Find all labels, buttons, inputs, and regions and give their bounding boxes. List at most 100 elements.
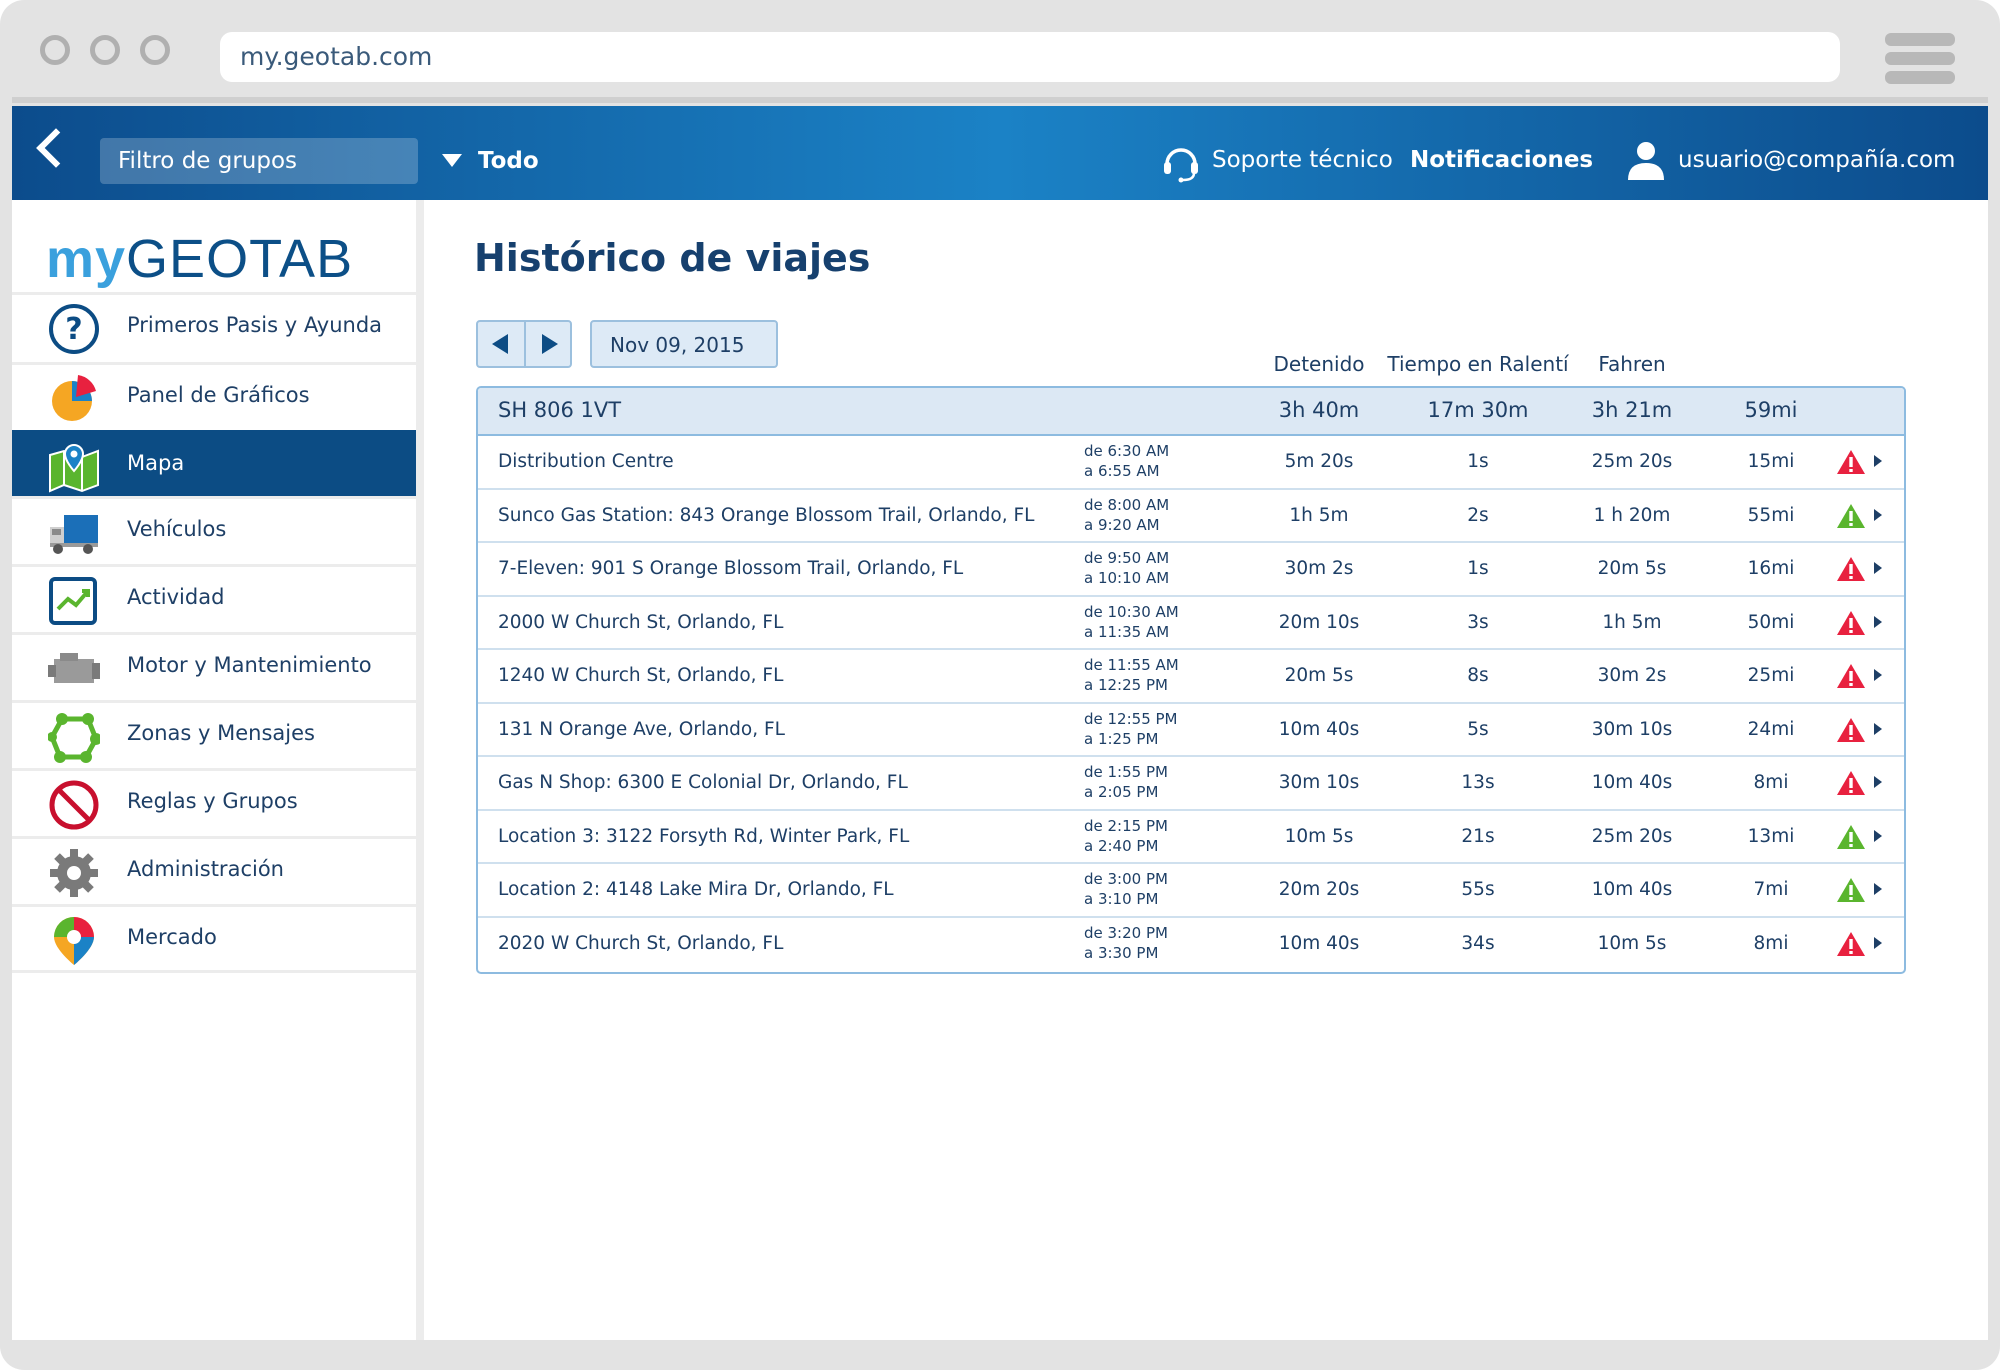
alert-warning-icon: [1837, 557, 1865, 581]
expand-arrow-icon[interactable]: [1874, 722, 1882, 735]
group-filter-input[interactable]: Filtro de grupos: [100, 138, 418, 184]
trip-start-time: de 6:30 AM: [1084, 442, 1170, 460]
sidebar-item-zones[interactable]: Zonas y Mensajes: [12, 700, 416, 766]
trip-driving: 1h 5m: [1602, 611, 1662, 633]
trip-stopped: 1h 5m: [1289, 504, 1349, 526]
sidebar-item-help[interactable]: ? Primeros Pasis y Ayunda: [12, 292, 416, 358]
trip-row[interactable]: 1240 W Church St, Orlando, FL de 11:55 AM…: [478, 650, 1904, 704]
trip-end-time: a 9:20 AM: [1084, 515, 1160, 534]
page-title: Histórico de viajes: [474, 236, 871, 280]
sidebar-item-activity[interactable]: Actividad: [12, 564, 416, 630]
vehicle-summary-row[interactable]: SH 806 1VT 3h 40m 17m 30m 3h 21m 59mi: [478, 388, 1904, 436]
date-picker[interactable]: Nov 09, 2015: [590, 320, 778, 368]
trip-driving: 25m 20s: [1591, 825, 1673, 847]
alert-warning-icon: [1837, 664, 1865, 688]
address-bar[interactable]: my.geotab.com: [220, 32, 1840, 82]
trip-row[interactable]: 7-Eleven: 901 S Orange Blossom Trail, Or…: [478, 543, 1904, 597]
trip-distance: 24mi: [1747, 718, 1795, 740]
trip-time-range: de 8:00 AM a 9:20 AM: [1084, 495, 1169, 535]
trip-driving: 10m 5s: [1597, 932, 1667, 954]
trip-driving: 1 h 20m: [1593, 504, 1671, 526]
expand-arrow-icon[interactable]: [1874, 562, 1882, 574]
scope-dropdown[interactable]: Todo: [478, 148, 539, 174]
alert-warning-icon: [1837, 450, 1865, 474]
trip-location: Gas N Shop: 6300 E Colonial Dr, Orlando,…: [498, 772, 908, 793]
trip-row[interactable]: Distribution Centre de 6:30 AM a 6:55 AM 5m…: [478, 436, 1904, 490]
trip-idle: 2s: [1467, 504, 1489, 526]
trip-row[interactable]: Gas N Shop: 6300 E Colonial Dr, Orlando,…: [478, 757, 1904, 811]
trip-driving: 20m 5s: [1597, 558, 1667, 579]
column-header-stopped: Detenido: [1273, 352, 1365, 376]
trip-start-time: de 3:00 PM: [1084, 870, 1168, 888]
trip-end-time: a 2:40 PM: [1084, 836, 1159, 855]
sidebar-item-marketplace[interactable]: Mercado: [12, 904, 416, 970]
expand-arrow-icon[interactable]: [1874, 776, 1882, 788]
trip-time-range: de 12:55 PM a 1:25 PM: [1084, 709, 1178, 749]
browser-frame: my.geotab.com Filtro de grupos Todo Sopo…: [0, 0, 2000, 1370]
previous-day-button[interactable]: [492, 334, 508, 354]
trip-location: Distribution Centre: [498, 451, 674, 472]
trip-end-time: a 3:30 PM: [1084, 943, 1159, 962]
sidebar-item-rules[interactable]: Reglas y Grupos: [12, 768, 416, 834]
window-minimize-button[interactable]: [90, 35, 120, 65]
sidebar-item-map[interactable]: Mapa: [12, 430, 416, 496]
expand-arrow-icon[interactable]: [1874, 508, 1882, 521]
trip-row[interactable]: 131 N Orange Ave, Orlando, FL de 12:55 PM…: [478, 704, 1904, 757]
user-account-link[interactable]: usuario@compañía.com: [1678, 147, 1955, 173]
trip-distance: 50mi: [1747, 611, 1795, 633]
trip-row[interactable]: Location 3: 3122 Forsyth Rd, Winter Park…: [478, 811, 1904, 864]
sidebar-item-label: Administración: [127, 857, 284, 881]
next-day-button[interactable]: [542, 334, 558, 354]
support-link[interactable]: Soporte técnico: [1212, 147, 1393, 173]
vehicle-idle-total: 17m 30m: [1427, 398, 1529, 422]
expand-arrow-icon[interactable]: [1874, 883, 1882, 895]
marketplace-pin-icon: [54, 917, 94, 965]
trip-idle: 8s: [1467, 665, 1489, 686]
help-icon: ?: [49, 304, 99, 354]
sidebar-item-label: Zonas y Mensajes: [127, 721, 315, 745]
alert-warning-icon: [1837, 717, 1865, 742]
trip-row[interactable]: 2020 W Church St, Orlando, FL de 3:20 PM a…: [478, 918, 1904, 972]
address-bar-url: my.geotab.com: [240, 42, 433, 71]
expand-arrow-icon[interactable]: [1874, 615, 1882, 628]
vehicle-name: SH 806 1VT: [498, 398, 622, 422]
trip-row[interactable]: 2000 W Church St, Orlando, FL de 10:30 AM…: [478, 597, 1904, 650]
alert-warning-icon: [1837, 771, 1865, 795]
vehicle-distance-total: 59mi: [1744, 398, 1798, 422]
date-picker-value: Nov 09, 2015: [610, 333, 745, 357]
alert-warning-icon: [1837, 610, 1865, 635]
group-filter-placeholder: Filtro de grupos: [118, 148, 298, 174]
trip-start-time: de 10:30 AM: [1084, 602, 1179, 621]
sidebar-item-admin[interactable]: Administración: [12, 836, 416, 902]
vehicle-stopped-total: 3h 40m: [1278, 398, 1360, 422]
sidebar-item-dashboard[interactable]: Panel de Gráficos: [12, 362, 416, 428]
caret-down-icon[interactable]: [442, 154, 462, 167]
trip-idle: 21s: [1461, 825, 1495, 847]
sidebar-item-label: Mercado: [127, 925, 217, 949]
window-maximize-button[interactable]: [140, 35, 170, 65]
trip-end-time: a 2:05 PM: [1084, 783, 1159, 801]
expand-arrow-icon[interactable]: [1874, 669, 1882, 681]
trip-row[interactable]: Sunco Gas Station: 843 Orange Blossom Tr…: [478, 490, 1904, 543]
sidebar-item-vehicles[interactable]: Vehículos: [12, 496, 416, 562]
trip-row[interactable]: Location 2: 4148 Lake Mira Dr, Orlando, …: [478, 864, 1904, 918]
trip-stopped: 10m 5s: [1284, 825, 1354, 847]
window-close-button[interactable]: [40, 35, 70, 65]
menu-icon[interactable]: [1885, 33, 1955, 46]
date-navigation: [476, 320, 572, 368]
expand-arrow-icon[interactable]: [1874, 936, 1882, 949]
trip-time-range: de 3:20 PM a 3:30 PM: [1084, 923, 1168, 963]
trip-stopped: 10m 40s: [1278, 718, 1360, 740]
expand-arrow-icon[interactable]: [1874, 829, 1882, 842]
back-arrow-icon[interactable]: [36, 128, 76, 168]
trip-stopped: 30m 2s: [1284, 558, 1354, 579]
trip-driving: 10m 40s: [1591, 772, 1673, 793]
sidebar-item-label: Actividad: [127, 585, 225, 609]
trip-idle: 5s: [1467, 718, 1489, 740]
sidebar-item-engine[interactable]: Motor y Mantenimiento: [12, 632, 416, 698]
mygeotab-logo[interactable]: myGEOTAB: [46, 228, 353, 290]
notifications-link[interactable]: Notificaciones: [1410, 147, 1593, 173]
button-separator: [524, 322, 526, 366]
expand-arrow-icon[interactable]: [1874, 455, 1882, 467]
app-header: Filtro de grupos Todo Soporte técnico No…: [12, 106, 1988, 200]
